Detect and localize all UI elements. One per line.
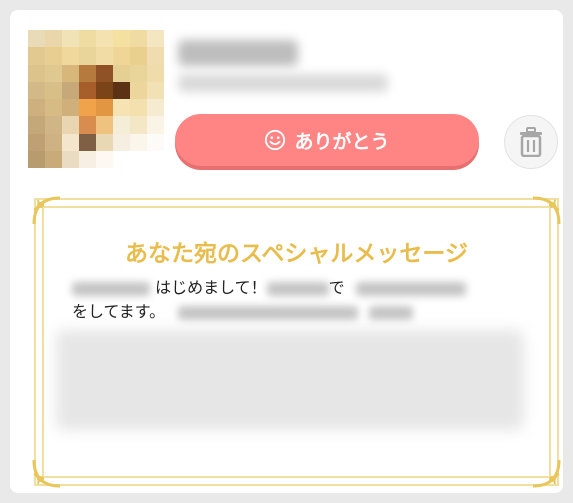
avatar-pixel bbox=[96, 30, 113, 48]
message-body-blurred bbox=[56, 330, 524, 430]
avatar-pixel bbox=[79, 116, 96, 134]
avatar-pixel bbox=[147, 99, 164, 117]
avatar-pixel bbox=[45, 47, 62, 65]
thanks-button-label: ありがとう bbox=[294, 130, 390, 153]
avatar-pixel bbox=[147, 116, 164, 134]
avatar-pixel bbox=[113, 64, 130, 82]
avatar-pixel bbox=[79, 64, 96, 82]
avatar-pixel bbox=[62, 47, 79, 65]
avatar-pixel bbox=[45, 133, 62, 151]
avatar-pixel bbox=[28, 47, 45, 65]
avatar-pixel bbox=[113, 150, 130, 168]
avatar-pixel bbox=[62, 133, 79, 151]
avatar-pixel bbox=[113, 81, 130, 99]
avatar-pixel bbox=[79, 47, 96, 65]
avatar-pixel bbox=[113, 47, 130, 65]
avatar-pixel bbox=[96, 150, 113, 168]
avatar-pixel bbox=[113, 116, 130, 134]
avatar-pixel bbox=[45, 81, 62, 99]
avatar-pixel bbox=[62, 64, 79, 82]
avatar-pixel bbox=[62, 150, 79, 168]
avatar-pixel bbox=[79, 81, 96, 99]
avatar-pixel bbox=[130, 150, 147, 168]
avatar-pixel bbox=[130, 47, 147, 65]
message-particle: で bbox=[328, 278, 345, 297]
avatar-pixel bbox=[96, 99, 113, 117]
avatar-pixel bbox=[45, 30, 62, 48]
message-text: はじめまして！ で をしてます。 bbox=[72, 276, 532, 324]
avatar-pixel bbox=[79, 30, 96, 48]
avatar-pixel bbox=[28, 99, 45, 117]
recipient-name-blurred bbox=[72, 281, 150, 296]
avatar-pixel bbox=[28, 64, 45, 82]
avatar-pixel bbox=[28, 81, 45, 99]
avatar-pixel bbox=[62, 81, 79, 99]
avatar-pixel bbox=[147, 133, 164, 151]
corner-ornament-icon bbox=[32, 196, 61, 225]
avatar-pixel bbox=[79, 150, 96, 168]
avatar-pixel bbox=[130, 116, 147, 134]
message-line2: をしてます。 bbox=[72, 302, 166, 321]
avatar-pixel bbox=[130, 133, 147, 151]
corner-ornament-icon bbox=[532, 196, 561, 225]
avatar-pixel bbox=[28, 133, 45, 151]
message-greeting: はじめまして！ bbox=[155, 278, 267, 297]
avatar-pixel bbox=[113, 99, 130, 117]
avatar-pixel bbox=[28, 30, 45, 48]
message-blurred-word bbox=[355, 281, 466, 296]
avatar-pixel bbox=[147, 81, 164, 99]
message-card: ありがとう あなた宛のスペシャルメッセージ はじめまして！ で をしてます。 bbox=[10, 10, 563, 493]
avatar-pixel bbox=[79, 133, 96, 151]
thanks-button[interactable]: ありがとう bbox=[175, 114, 479, 166]
corner-ornament-icon bbox=[32, 459, 61, 488]
avatar-pixel bbox=[130, 64, 147, 82]
avatar-pixel bbox=[96, 133, 113, 151]
avatar-pixel bbox=[96, 64, 113, 82]
avatar-pixel bbox=[45, 116, 62, 134]
corner-ornament-icon bbox=[532, 459, 561, 488]
avatar-pixel bbox=[62, 116, 79, 134]
avatar-pixel bbox=[45, 99, 62, 117]
avatar-pixel bbox=[45, 64, 62, 82]
avatar-pixel bbox=[147, 30, 164, 48]
delete-button[interactable] bbox=[504, 115, 558, 169]
message-blurred-word bbox=[178, 305, 359, 320]
sender-subtitle-blurred bbox=[178, 74, 388, 92]
message-blurred-word bbox=[266, 281, 329, 296]
trash-icon bbox=[520, 127, 542, 157]
avatar-pixel bbox=[147, 150, 164, 168]
avatar-pixel bbox=[62, 30, 79, 48]
avatar[interactable] bbox=[28, 30, 164, 168]
avatar-pixel bbox=[130, 81, 147, 99]
avatar-pixel bbox=[28, 116, 45, 134]
message-blurred-word bbox=[369, 305, 414, 320]
avatar-pixel bbox=[79, 99, 96, 117]
avatar-pixel bbox=[28, 150, 45, 168]
smile-icon bbox=[265, 129, 286, 151]
special-message-frame: あなた宛のスペシャルメッセージ はじめまして！ で をしてます。 bbox=[32, 196, 561, 488]
avatar-pixel bbox=[130, 30, 147, 48]
avatar-pixel bbox=[113, 30, 130, 48]
avatar-pixel bbox=[96, 116, 113, 134]
avatar-pixel bbox=[45, 150, 62, 168]
avatar-pixel bbox=[130, 99, 147, 117]
avatar-pixel bbox=[147, 47, 164, 65]
avatar-pixel bbox=[96, 47, 113, 65]
sender-name-blurred bbox=[178, 40, 298, 66]
avatar-pixel bbox=[62, 99, 79, 117]
message-title: あなた宛のスペシャルメッセージ bbox=[125, 241, 468, 267]
avatar-pixel bbox=[147, 64, 164, 82]
avatar-pixel bbox=[113, 133, 130, 151]
avatar-pixel bbox=[96, 81, 113, 99]
